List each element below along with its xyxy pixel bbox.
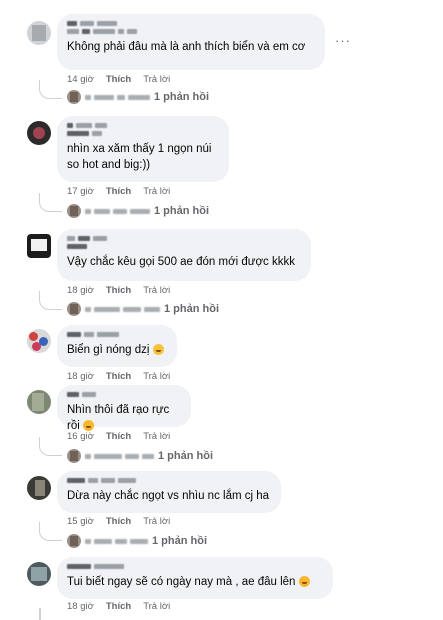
thread-connector <box>39 437 62 456</box>
avatar <box>67 90 81 104</box>
comment-bubble: Tui biết ngay sẽ có ngày nay mà , ae đâu… <box>57 557 333 599</box>
comment-bubble: nhìn xa xăm thấy 1 ngọn núi so hot and b… <box>57 116 229 182</box>
comment-text: Dừa này chắc ngọt vs nhìu nc lắm cj ha <box>67 490 270 502</box>
blurred-author-name <box>67 564 323 569</box>
like-button[interactable]: Thích <box>106 516 131 527</box>
comment-text: Không phải đâu mà là anh thích biển và e… <box>67 41 306 53</box>
blurred-author-name <box>67 332 167 337</box>
avatar <box>67 204 81 218</box>
view-replies-link[interactable]: 1 phản hồi <box>67 302 219 316</box>
thread-connector <box>39 522 62 541</box>
thread-connector <box>39 291 62 310</box>
comment-actions: 18 giờ Thích Trả lời <box>67 601 170 612</box>
reply-count[interactable]: 1 phản hồi <box>152 535 207 547</box>
comment-bubble: Dừa này chắc ngọt vs nhìu nc lắm cj ha <box>57 471 281 513</box>
comment-time[interactable]: 15 giờ <box>67 516 94 527</box>
comment-text: Vậy chắc kêu gọi 500 ae đón mới được kkk… <box>67 256 295 268</box>
comment-actions: 18 giờ Thích Trả lời <box>67 285 170 296</box>
reply-count[interactable]: 1 phản hồi <box>154 91 209 103</box>
like-button[interactable]: Thích <box>106 601 131 612</box>
comment-bubble: Biển gì nóng dzị <box>57 325 177 367</box>
avatar <box>67 534 81 548</box>
comment-actions: 18 giờ Thích Trả lời <box>67 371 170 382</box>
like-button[interactable]: Thích <box>106 285 131 296</box>
comment-text: Biển gì nóng dzị <box>67 342 167 358</box>
avatar <box>67 302 81 316</box>
comment-actions: 15 giờ Thích Trả lời <box>67 516 170 527</box>
like-button[interactable]: Thích <box>106 371 131 382</box>
blurred-author-name <box>67 478 271 483</box>
comment-bubble: Nhìn thôi đã rạo rực rồi <box>57 385 191 432</box>
reply-button[interactable]: Trả lời <box>143 186 170 197</box>
smile-emoji-icon <box>152 344 164 355</box>
reply-count[interactable]: 1 phản hồi <box>158 450 213 462</box>
thread-connector <box>39 80 62 99</box>
avatar[interactable] <box>27 562 51 586</box>
reply-count[interactable]: 1 phản hồi <box>164 303 219 315</box>
blurred-author-name <box>67 236 301 249</box>
blurred-reply-author <box>85 94 150 100</box>
blurred-reply-author <box>85 453 154 459</box>
avatar[interactable] <box>27 21 51 45</box>
comment-time[interactable]: 18 giờ <box>67 601 94 612</box>
avatar <box>67 449 81 463</box>
reply-button[interactable]: Trả lời <box>143 516 170 527</box>
comment-actions: 16 giờ Thích Trả lời <box>67 431 170 442</box>
blurred-reply-author <box>85 306 160 312</box>
comment-bubble: Không phải đâu mà là anh thích biển và e… <box>57 14 325 70</box>
view-replies-link[interactable]: 1 phản hồi <box>67 449 213 463</box>
comment-actions: 14 giờ Thích Trả lời <box>67 74 170 85</box>
comment-text: nhìn xa xăm thấy 1 ngọn núi so hot and b… <box>67 143 212 171</box>
comment-bubble: Vậy chắc kêu gọi 500 ae đón mới được kkk… <box>57 229 311 281</box>
like-button[interactable]: Thích <box>106 74 131 85</box>
avatar[interactable] <box>27 234 51 258</box>
blurred-reply-author <box>85 538 148 544</box>
blurred-reply-author <box>85 208 150 214</box>
avatar[interactable] <box>27 329 51 353</box>
laughing-emoji-icon <box>298 576 310 587</box>
like-button[interactable]: Thích <box>106 186 131 197</box>
comment-text: Tui biết ngay sẽ có ngày nay mà , ae đâu… <box>67 574 323 590</box>
comment-time[interactable]: 14 giờ <box>67 74 94 85</box>
avatar[interactable] <box>27 121 51 145</box>
laughing-emoji-icon <box>82 420 94 431</box>
reply-button[interactable]: Trả lời <box>143 601 170 612</box>
blurred-author-name <box>67 392 181 397</box>
thread-connector <box>39 193 62 212</box>
comment-text: Nhìn thôi đã rạo rực rồi <box>67 404 170 432</box>
comment-time[interactable]: 18 giờ <box>67 285 94 296</box>
ellipsis-icon[interactable]: ··· <box>335 33 351 48</box>
reply-button[interactable]: Trả lời <box>143 371 170 382</box>
view-replies-link[interactable]: 1 phản hồi <box>67 534 207 548</box>
reply-button[interactable]: Trả lời <box>143 431 170 442</box>
reply-button[interactable]: Trả lời <box>143 285 170 296</box>
like-button[interactable]: Thích <box>106 431 131 442</box>
view-replies-link[interactable]: 1 phản hồi <box>67 90 209 104</box>
avatar[interactable] <box>27 476 51 500</box>
comment-actions: 17 giờ Thích Trả lời <box>67 186 170 197</box>
comment-time[interactable]: 18 giờ <box>67 371 94 382</box>
blurred-author-name <box>67 123 219 136</box>
view-replies-link[interactable]: 1 phản hồi <box>67 204 209 218</box>
blurred-author-name <box>67 21 315 34</box>
thread-connector <box>39 608 41 620</box>
avatar[interactable] <box>27 390 51 414</box>
comment-time[interactable]: 16 giờ <box>67 431 94 442</box>
reply-button[interactable]: Trả lời <box>143 74 170 85</box>
comment-time[interactable]: 17 giờ <box>67 186 94 197</box>
reply-count[interactable]: 1 phản hồi <box>154 205 209 217</box>
